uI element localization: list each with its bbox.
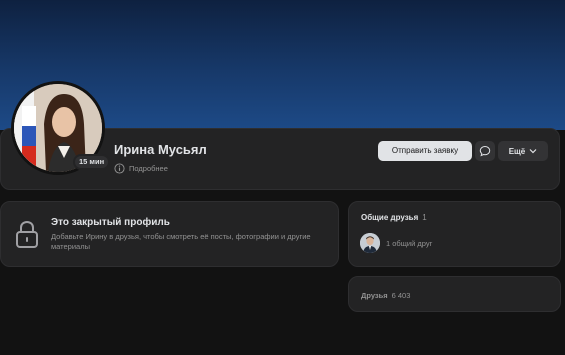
friends-heading[interactable]: Друзья 6 403 [361,291,410,300]
online-status-badge: 15 мин [75,156,109,168]
closed-profile-description: Добавьте Ирину в друзья, чтобы смотреть … [51,232,311,251]
friends-label: Друзья [361,291,388,300]
common-friends-count: 1 [422,213,427,222]
more-info-link[interactable]: Подробнее [114,163,168,174]
more-info-label: Подробнее [129,164,168,173]
message-button[interactable] [475,141,495,161]
send-request-button[interactable]: Отправить заявку [378,141,472,161]
common-friends-heading[interactable]: Общие друзья 1 [361,213,427,222]
message-icon [479,145,491,157]
common-friends-label: Общие друзья [361,213,419,222]
chevron-down-icon [529,149,537,154]
profile-name: Ирина Мусьял [114,142,207,157]
lock-icon [16,220,38,248]
friends-count: 6 403 [391,291,411,300]
closed-profile-title: Это закрытый профиль [51,217,170,228]
info-icon [114,163,125,174]
common-friends-card[interactable] [348,201,561,267]
more-actions-button[interactable]: Ещё [498,141,548,161]
more-actions-label: Ещё [508,146,526,156]
common-friend-avatar[interactable] [360,233,380,253]
friend-photo [360,233,380,253]
common-friends-summary[interactable]: 1 общий друг [386,239,432,248]
